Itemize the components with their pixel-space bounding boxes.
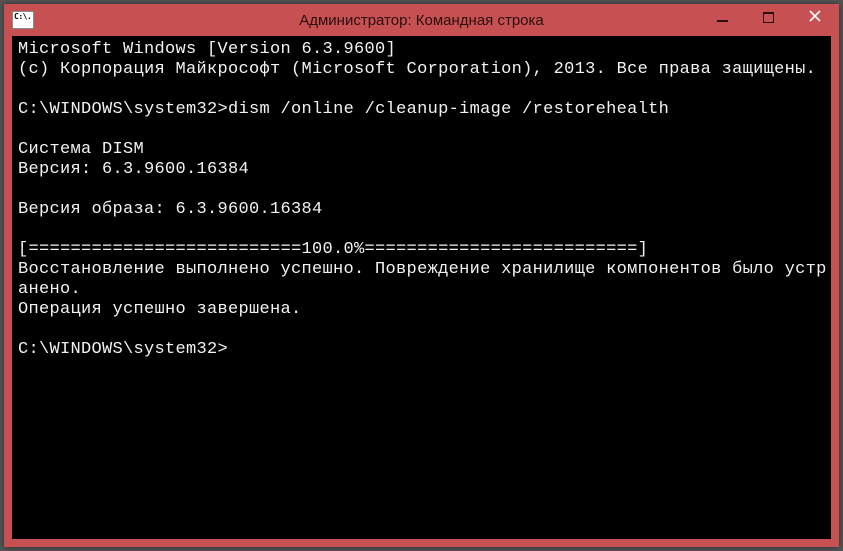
command-prompt-window: C:\. Администратор: Командная строка Mic… (4, 4, 839, 547)
maximize-button[interactable] (745, 4, 791, 30)
close-button[interactable] (791, 4, 839, 28)
window-controls (699, 4, 839, 36)
output-line: Версия образа: 6.3.9600.16384 (18, 200, 323, 219)
terminal-output[interactable]: Microsoft Windows [Version 6.3.9600] (c)… (12, 36, 831, 364)
output-line: Microsoft Windows [Version 6.3.9600] (18, 40, 396, 59)
prompt-path: C:\WINDOWS\system32> (18, 340, 228, 359)
output-line: Версия: 6.3.9600.16384 (18, 160, 249, 179)
entered-command: dism /online /cleanup-image /restoreheal… (228, 100, 669, 119)
output-line: (c) Корпорация Майкрософт (Microsoft Cor… (18, 60, 816, 79)
minimize-button[interactable] (699, 4, 745, 30)
system-menu-icon[interactable]: C:\. (12, 11, 34, 29)
terminal-client-area[interactable]: Microsoft Windows [Version 6.3.9600] (c)… (12, 36, 831, 539)
output-line: Cистема DISM (18, 140, 144, 159)
prompt-path: C:\WINDOWS\system32> (18, 100, 228, 119)
output-line: Восстановление выполнено успешно. Повреж… (18, 260, 827, 299)
output-line: Операция успешно завершена. (18, 300, 302, 319)
progress-bar-text: [==========================100.0%=======… (18, 240, 648, 259)
titlebar[interactable]: C:\. Администратор: Командная строка (4, 4, 839, 36)
